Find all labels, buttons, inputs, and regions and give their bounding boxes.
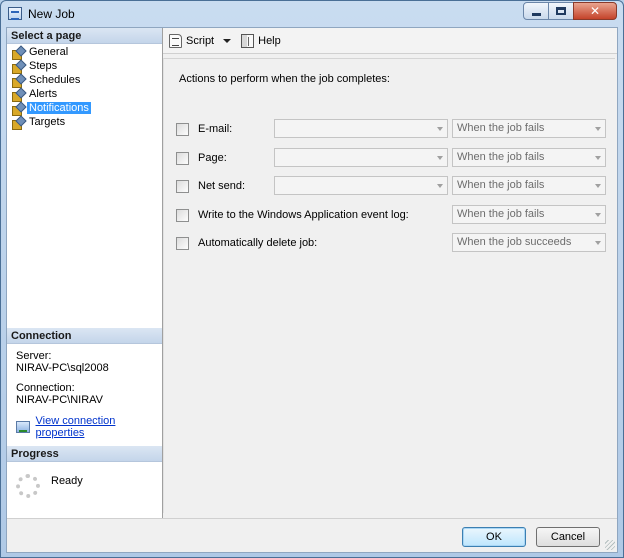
page-list: General Steps Schedules Alerts Notificat…	[7, 44, 162, 130]
maximize-icon	[556, 7, 566, 15]
email-when-select[interactable]: When the job fails	[452, 119, 606, 138]
chevron-down-icon	[595, 156, 601, 160]
chevron-down-icon	[595, 184, 601, 188]
chevron-down-icon	[595, 213, 601, 217]
chevron-down-icon	[437, 156, 443, 160]
progress-header: Progress	[7, 446, 162, 462]
close-icon: ✕	[589, 4, 601, 18]
cancel-button[interactable]: Cancel	[536, 527, 600, 547]
toolbar: Script Help	[163, 28, 617, 54]
right-pane: Script Help Actions to perform when the …	[163, 28, 617, 518]
help-label: Help	[258, 34, 281, 47]
page-label: Page:	[198, 152, 227, 164]
select-page-header: Select a page	[7, 28, 162, 44]
actions-heading: Actions to perform when the job complete…	[179, 73, 390, 85]
event-log-when-select[interactable]: When the job fails	[452, 205, 606, 224]
email-operator-select[interactable]	[274, 119, 448, 138]
page-item-targets[interactable]: Targets	[12, 115, 162, 130]
connection-info: Server: NIRAV-PC\sql2008 Connection: NIR…	[7, 344, 162, 439]
page-wrench-icon	[12, 61, 24, 74]
window-controls: ✕	[523, 2, 617, 20]
event-log-row: Write to the Windows Application event l…	[176, 205, 616, 225]
maximize-button[interactable]	[548, 2, 574, 20]
connection-label: Connection:	[16, 382, 75, 394]
page-item-general[interactable]: General	[12, 45, 162, 60]
net-send-label: Net send:	[198, 180, 246, 192]
page-wrench-icon	[12, 75, 24, 88]
page-operator-select[interactable]	[274, 148, 448, 167]
help-button[interactable]: Help	[241, 33, 281, 48]
progress-section: Progress Ready	[7, 446, 162, 516]
page-item-label: General	[29, 46, 69, 58]
connection-section: Connection Server: NIRAV-PC\sql2008 Conn…	[7, 328, 162, 439]
page-wrench-icon	[12, 47, 24, 60]
page-item-alerts[interactable]: Alerts	[12, 87, 162, 102]
email-label: E-mail:	[198, 123, 233, 135]
script-label: Script	[186, 34, 215, 47]
page-item-label: Schedules	[29, 74, 81, 86]
script-icon	[169, 33, 182, 48]
page-item-label: Steps	[29, 60, 58, 72]
dialog-button-bar: OK Cancel	[7, 518, 617, 552]
net-send-checkbox[interactable]	[176, 180, 189, 193]
app-icon	[8, 7, 22, 20]
server-value: NIRAV-PC\sql2008	[16, 362, 109, 374]
chevron-down-icon	[437, 184, 443, 188]
delete-job-checkbox[interactable]	[176, 237, 189, 250]
connection-properties-icon	[16, 421, 30, 433]
progress-status: Ready	[51, 475, 83, 487]
net-send-row: Net send: When the job fails	[176, 176, 616, 196]
email-checkbox[interactable]	[176, 123, 189, 136]
page-checkbox[interactable]	[176, 152, 189, 165]
notifications-content: Actions to perform when the job complete…	[163, 58, 615, 513]
server-label: Server:	[16, 350, 52, 362]
minimize-icon	[531, 12, 541, 16]
net-send-when-select[interactable]: When the job fails	[452, 176, 606, 195]
dialog-client-area: Select a page General Steps Schedules Al…	[6, 27, 618, 553]
view-connection-row: View connection properties	[16, 415, 162, 439]
window-title: New Job	[28, 7, 75, 21]
delete-job-label: Automatically delete job:	[198, 237, 318, 249]
chevron-down-icon	[437, 127, 443, 131]
page-row: Page: When the job fails	[176, 148, 616, 168]
left-pane: Select a page General Steps Schedules Al…	[7, 28, 163, 518]
connection-header: Connection	[7, 328, 162, 344]
page-wrench-icon	[12, 103, 24, 116]
page-item-label: Notifications	[27, 102, 91, 114]
progress-body: Ready	[7, 462, 162, 516]
page-item-label: Targets	[29, 116, 66, 128]
connection-value: NIRAV-PC\NIRAV	[16, 394, 103, 406]
email-row: E-mail: When the job fails	[176, 119, 616, 139]
page-when-select[interactable]: When the job fails	[452, 148, 606, 167]
chevron-down-icon	[595, 127, 601, 131]
resize-grip-icon[interactable]	[605, 540, 615, 550]
ok-button[interactable]: OK	[462, 527, 526, 547]
script-dropdown-arrow-icon[interactable]	[223, 38, 232, 43]
event-log-label: Write to the Windows Application event l…	[198, 209, 409, 221]
delete-job-row: Automatically delete job: When the job s…	[176, 233, 616, 253]
page-item-label: Alerts	[29, 88, 58, 100]
page-item-notifications[interactable]: Notifications	[12, 101, 162, 116]
chevron-down-icon	[595, 241, 601, 245]
title-bar: New Job ✕	[1, 1, 623, 27]
close-button[interactable]: ✕	[573, 2, 617, 20]
net-send-operator-select[interactable]	[274, 176, 448, 195]
page-item-steps[interactable]: Steps	[12, 59, 162, 74]
help-book-icon	[241, 33, 255, 48]
progress-spinner-icon	[16, 474, 40, 498]
minimize-button[interactable]	[523, 2, 549, 20]
new-job-window: New Job ✕ Select a page General Steps Sc…	[0, 0, 624, 558]
script-button[interactable]: Script	[169, 33, 232, 48]
view-connection-properties-link[interactable]: View connection properties	[36, 415, 162, 439]
page-item-schedules[interactable]: Schedules	[12, 73, 162, 88]
delete-job-when-select[interactable]: When the job succeeds	[452, 233, 606, 252]
page-wrench-icon	[12, 117, 24, 130]
page-wrench-icon	[12, 89, 24, 102]
event-log-checkbox[interactable]	[176, 209, 189, 222]
